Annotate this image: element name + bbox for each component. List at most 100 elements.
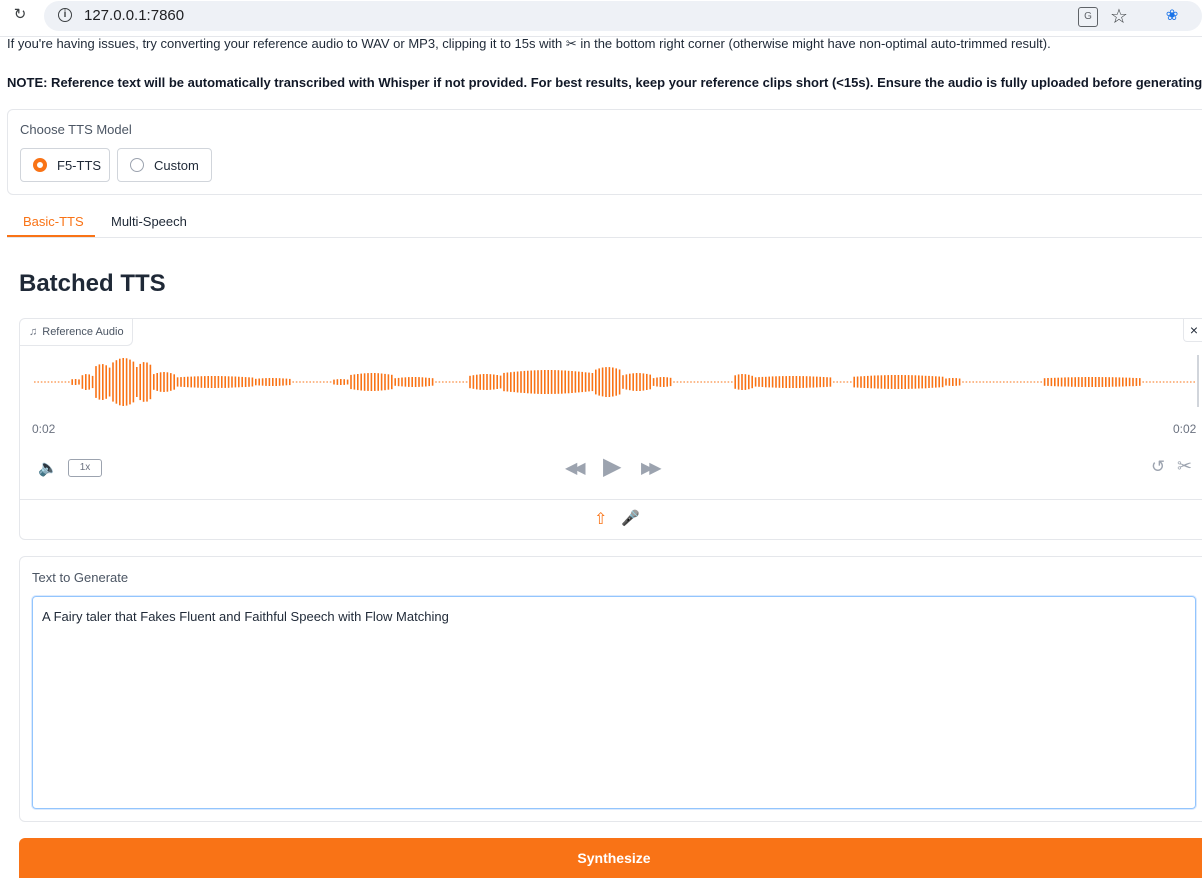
waveform-bar [846,381,849,383]
waveform-bar [1094,377,1097,387]
waveform-bar [472,375,475,389]
waveform-bar [914,375,917,389]
extension-icon[interactable]: ❀ [1162,6,1182,26]
waveform-bar [1169,381,1172,383]
waveform-bar [561,370,563,394]
waveform-bar [1043,378,1046,386]
waveform-bar [1026,381,1029,383]
reload-icon[interactable]: ↻ [11,6,29,24]
waveform-bar [1179,381,1182,383]
radio-custom[interactable]: Custom [117,148,212,182]
volume-icon[interactable]: 🔈 [38,458,58,478]
waveform-bar [860,376,862,388]
waveform-bar [510,372,512,392]
waveform-bar [64,381,67,383]
waveform-bar [1047,378,1049,386]
waveform-bar [221,376,223,388]
url-text[interactable]: 127.0.0.1:7860 [84,7,184,24]
waveform-bar [85,374,87,390]
waveform-bar [394,378,396,386]
star-icon[interactable]: ☆ [1110,4,1128,29]
waveform-bar [945,378,947,386]
radio-f5-tts[interactable]: F5-TTS [20,148,110,182]
waveform-bar [493,374,495,390]
waveform-bar [601,367,604,397]
tab-basic-tts[interactable]: Basic-TTS [23,214,84,229]
waveform-bar [309,381,311,383]
upload-icon[interactable]: ⇧ [594,509,607,529]
waveform-bar [207,376,209,388]
waveform-bar [1190,381,1192,383]
text-input[interactable]: A Fairy taler that Fakes Fluent and Fait… [32,596,1196,809]
waveform-bar [34,381,36,383]
waveform-bar [680,381,682,383]
tab-multi-speech[interactable]: Multi-Speech [111,214,187,229]
audio-label: ♫ Reference Audio [20,319,133,346]
waveform-bar [700,381,702,383]
play-icon[interactable]: ▶ [603,452,621,481]
waveform-bar [275,378,277,386]
waveform-bar [108,367,111,397]
waveform-bar [989,381,991,383]
waveform-bar [1084,377,1087,387]
waveform-bar [856,376,859,388]
waveform-bar [527,370,529,394]
waveform-scrollbar[interactable] [1197,355,1199,407]
waveform-bar [1156,381,1158,383]
microphone-icon[interactable]: 🎤 [621,509,640,527]
scissors-icon[interactable]: ✂ [1177,456,1192,477]
waveform-bar [622,375,624,389]
waveform-bar [819,376,821,388]
waveform-bar [251,377,254,387]
rewind-icon[interactable]: ◀◀ [565,458,586,478]
translate-icon[interactable]: G [1078,7,1098,27]
waveform-bar [880,375,883,389]
waveform-bar [547,370,549,394]
synthesize-button[interactable]: Synthesize [19,838,1202,878]
model-selector: Choose TTS Model F5-TTS Custom [7,109,1202,195]
waveform-bar [703,381,706,383]
waveform-bar [469,375,471,389]
waveform-bar [129,359,131,405]
reference-audio-panel: ♫ Reference Audio × 0:02 0:02 🔈 1x ◀◀ ▶ ▶… [19,318,1202,540]
waveform-bar [928,375,930,388]
waveform-bar [1135,378,1138,386]
fast-forward-icon[interactable]: ▶▶ [641,458,662,478]
info-icon[interactable]: i [58,8,72,22]
waveform-bar [1023,381,1025,383]
undo-icon[interactable]: ↺ [1151,457,1165,477]
close-icon[interactable]: × [1183,319,1202,342]
waveform-bar [931,376,934,388]
waveform-bar [282,378,284,386]
waveform-bar [506,372,509,392]
waveform-bar [717,381,719,383]
waveform-bar [544,370,546,394]
waveform-bar [319,381,322,383]
text-input-label: Text to Generate [32,570,129,585]
waveform-bar [530,370,532,394]
waveform[interactable] [32,355,1198,409]
waveform-bar [462,381,464,383]
waveform-bar [57,381,60,383]
waveform-bar [1162,381,1165,383]
waveform-bar [459,381,461,383]
waveform-bar [435,381,437,383]
address-bar[interactable]: i 127.0.0.1:7860 G ☆ ❀ [44,1,1202,31]
waveform-bar [669,377,672,387]
waveform-bar [200,376,203,388]
waveform-bar [411,377,413,387]
waveform-bar [1186,381,1189,383]
waveform-bar [765,376,767,388]
waveform-bar [965,381,968,383]
playback-speed-button[interactable]: 1x [68,459,102,477]
waveform-bar [666,377,668,387]
waveform-bar [142,362,145,402]
waveform-bar [795,376,798,388]
waveform-bar [581,371,583,393]
waveform-bar [1122,377,1124,387]
waveform-bar [639,373,641,391]
waveform-bar [792,376,794,388]
waveform-bar [870,375,872,389]
waveform-bar [850,381,852,383]
waveform-bar [404,377,407,387]
